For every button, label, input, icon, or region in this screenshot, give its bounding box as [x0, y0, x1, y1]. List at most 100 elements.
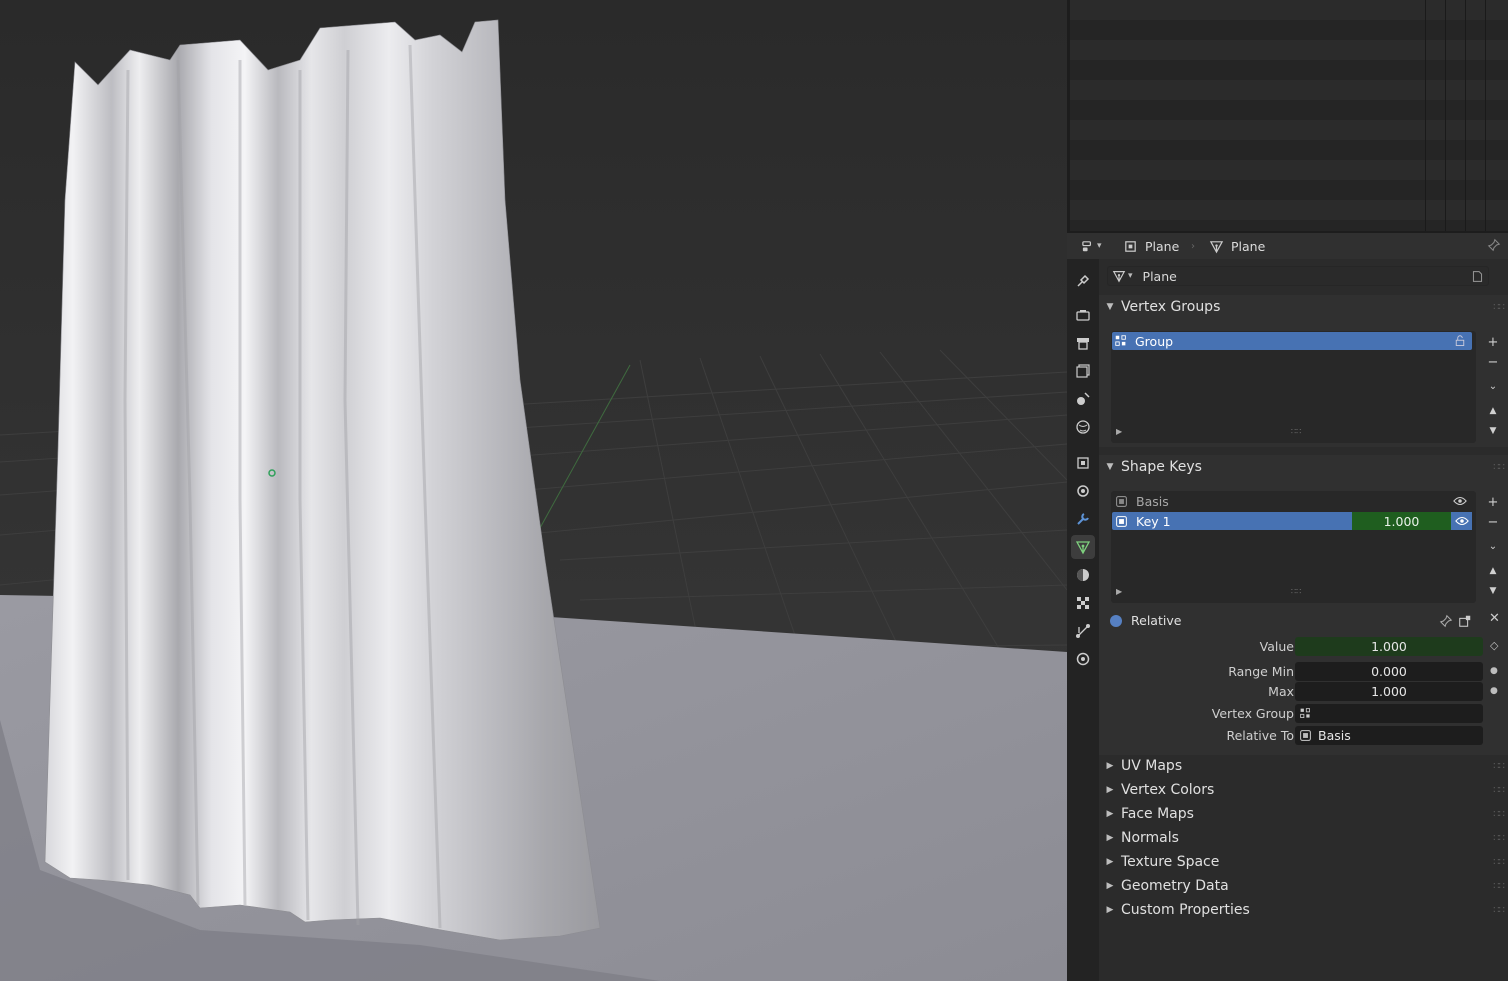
vertex-group-field[interactable]	[1295, 704, 1483, 723]
tab-render[interactable]	[1071, 303, 1095, 327]
relative-to-field[interactable]: Basis	[1295, 726, 1483, 745]
tab-object[interactable]	[1071, 451, 1095, 475]
edit-mode-icon[interactable]	[1458, 614, 1472, 628]
drag-grip-icon[interactable]: ∷∷	[1493, 905, 1505, 916]
vertex-groups-title: Vertex Groups	[1121, 299, 1221, 315]
panel-title: Custom Properties	[1121, 902, 1250, 918]
pin-icon[interactable]	[1439, 614, 1453, 628]
face-maps-header[interactable]: ▶ Face Maps ∷∷	[1099, 802, 1508, 826]
panel-title: Face Maps	[1121, 806, 1194, 822]
tab-constraints-object[interactable]	[1071, 479, 1095, 503]
expand-arrow-icon: ▼	[1106, 302, 1114, 312]
vertex-group-specials-button[interactable]: ⌄	[1484, 380, 1502, 393]
shape-key-icon	[1300, 730, 1311, 741]
move-down-button[interactable]: ▼	[1484, 585, 1502, 598]
tab-world[interactable]	[1071, 415, 1095, 439]
keyframe-icon[interactable]: ◇	[1490, 639, 1498, 652]
drag-grip-icon[interactable]: ∷∷	[1493, 785, 1505, 796]
tab-tool[interactable]	[1071, 269, 1095, 293]
relative-checkbox[interactable]	[1110, 615, 1122, 627]
keyframe-dot-icon[interactable]: ●	[1490, 666, 1498, 676]
range-min-field[interactable]: 0.000	[1295, 662, 1483, 681]
minus-icon: −	[1487, 515, 1499, 530]
list-item[interactable]: Basis	[1112, 492, 1472, 510]
drag-grip-icon[interactable]: ∷∷	[1493, 881, 1505, 892]
object-icon	[1125, 240, 1136, 252]
list-item[interactable]: Group	[1112, 332, 1472, 350]
tab-view-layer[interactable]	[1071, 359, 1095, 383]
tab-physics[interactable]	[1071, 647, 1095, 671]
texture-icon	[1077, 597, 1089, 609]
geometry-data-header[interactable]: ▶ Geometry Data ∷∷	[1099, 874, 1508, 898]
collapsed-arrow-icon: ▶	[1106, 881, 1114, 891]
plus-icon: +	[1487, 495, 1499, 510]
breadcrumb-mesh: Plane	[1209, 233, 1265, 259]
fake-user-icon[interactable]	[1471, 270, 1484, 283]
vertex-groups-list[interactable]: Group ▶ ∷∷	[1111, 331, 1476, 443]
vertex-groups-header[interactable]: ▼ Vertex Groups ∷∷	[1099, 295, 1508, 319]
pin-icon[interactable]	[1487, 238, 1501, 252]
particles-icon	[1076, 624, 1090, 638]
relative-to-label: Relative To	[1226, 728, 1294, 743]
list-resize-grip[interactable]: ∷∷	[1291, 427, 1301, 436]
list-item[interactable]: Key 1 1.000	[1112, 512, 1472, 530]
list-filter-arrow-icon[interactable]: ▶	[1116, 427, 1122, 436]
clear-shape-key-button[interactable]: ✕	[1489, 611, 1500, 626]
texture-space-header[interactable]: ▶ Texture Space ∷∷	[1099, 850, 1508, 874]
normals-header[interactable]: ▶ Normals ∷∷	[1099, 826, 1508, 850]
value-field[interactable]: 1.000	[1295, 637, 1483, 656]
drag-grip-icon[interactable]: ∷∷	[1493, 809, 1505, 820]
shape-key-specials-button[interactable]: ⌄	[1484, 540, 1502, 553]
drag-grip-icon[interactable]: ∷∷	[1493, 761, 1505, 772]
editor-type-button[interactable]: ▾	[1081, 233, 1102, 259]
move-up-button[interactable]: ▲	[1484, 565, 1502, 578]
value-label: Value	[1259, 639, 1294, 654]
vertex-group-label: Vertex Group	[1211, 706, 1294, 721]
shape-key-visibility-toggle[interactable]	[1451, 512, 1472, 530]
custom-properties-header[interactable]: ▶ Custom Properties ∷∷	[1099, 898, 1508, 922]
panel-title: Geometry Data	[1121, 878, 1229, 894]
tab-scene[interactable]	[1071, 387, 1095, 411]
mesh-datablock-selector[interactable]: ▾ Plane	[1107, 266, 1489, 286]
tab-output[interactable]	[1071, 331, 1095, 355]
max-label: Max	[1268, 684, 1294, 699]
eye-icon[interactable]	[1453, 495, 1467, 507]
add-vertex-group-button[interactable]: +	[1484, 336, 1502, 349]
drag-grip-icon[interactable]: ∷∷	[1493, 857, 1505, 868]
move-up-button[interactable]: ▲	[1484, 405, 1502, 418]
remove-shape-key-button[interactable]: −	[1484, 516, 1502, 529]
vertex-colors-header[interactable]: ▶ Vertex Colors ∷∷	[1099, 778, 1508, 802]
tab-material[interactable]	[1071, 563, 1095, 587]
tab-modifiers[interactable]	[1071, 507, 1095, 531]
drag-grip-icon[interactable]: ∷∷	[1493, 833, 1505, 844]
remove-vertex-group-button[interactable]: −	[1484, 356, 1502, 369]
properties-content: ▾ Plane ▼ Vertex Groups ∷∷ Group ▶ ∷∷ + …	[1099, 259, 1508, 981]
panel-title: Normals	[1121, 830, 1179, 846]
move-down-button[interactable]: ▼	[1484, 425, 1502, 438]
max-field[interactable]: 1.000	[1295, 682, 1483, 701]
lock-icon[interactable]	[1454, 335, 1466, 347]
drag-grip-icon[interactable]: ∷∷	[1493, 302, 1505, 313]
shape-key-value-field[interactable]: 1.000	[1352, 512, 1451, 530]
tab-texture[interactable]	[1071, 591, 1095, 615]
panel-title: Vertex Colors	[1121, 782, 1215, 798]
tab-particles[interactable]	[1071, 619, 1095, 643]
outliner[interactable]	[1070, 0, 1508, 231]
shape-key-icon	[1116, 495, 1127, 507]
properties-editor[interactable]: ▾ Plane › Plane ▾ Plane ▼ Vertex Groups …	[1067, 233, 1508, 981]
chevron-down-icon: ⌄	[1488, 541, 1498, 552]
list-resize-grip[interactable]: ∷∷	[1291, 587, 1301, 596]
list-filter-arrow-icon[interactable]: ▶	[1116, 587, 1122, 596]
collapsed-arrow-icon: ▶	[1106, 833, 1114, 843]
shape-key-name: Basis	[1136, 493, 1169, 509]
shape-keys-header[interactable]: ▼ Shape Keys ∷∷	[1099, 455, 1508, 479]
keyframe-dot-icon[interactable]: ●	[1490, 686, 1498, 696]
arrow-down-icon: ▼	[1489, 586, 1497, 596]
tab-data[interactable]	[1071, 535, 1095, 559]
add-shape-key-button[interactable]: +	[1484, 496, 1502, 509]
shape-keys-list[interactable]: Basis Key 1 1.000 ▶ ∷∷	[1111, 491, 1476, 603]
3d-viewport[interactable]	[0, 0, 1067, 981]
drag-grip-icon[interactable]: ∷∷	[1493, 462, 1505, 473]
output-icon	[1077, 338, 1089, 350]
uv-maps-header[interactable]: ▶ UV Maps ∷∷	[1099, 754, 1508, 778]
